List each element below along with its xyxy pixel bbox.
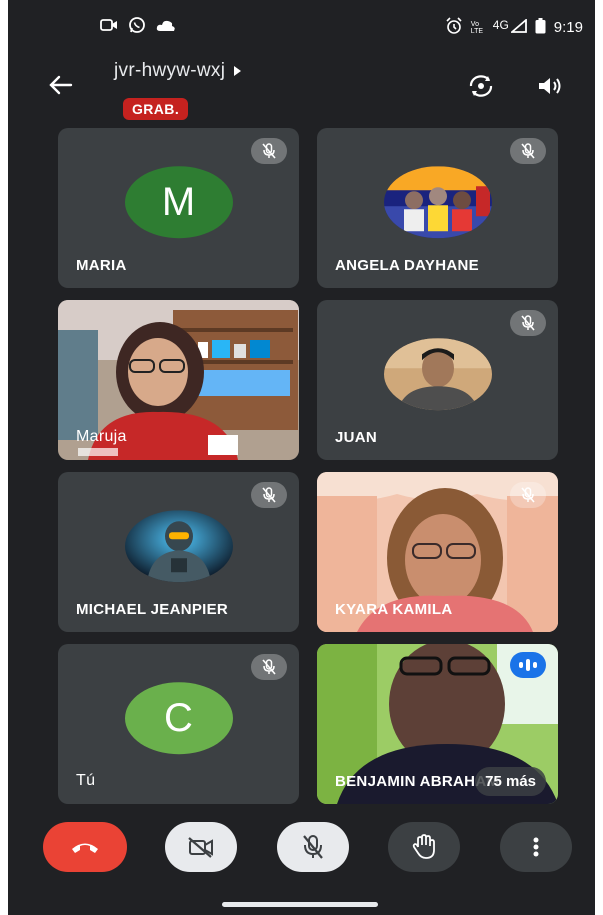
- mic-off-icon: [303, 835, 323, 859]
- chevron-right-icon: [233, 60, 242, 82]
- avatar-photo: [383, 338, 492, 411]
- participant-name: Tú: [76, 772, 96, 789]
- avatar-photo: [383, 166, 492, 239]
- participant-name: JUAN: [335, 429, 378, 446]
- meet-call-screen: Vo LTE 4G 9:19 jvr-hwyw-wxj GRAB. M MARI…: [8, 0, 595, 915]
- participant-name: KYARA KAMILA: [335, 601, 453, 618]
- mic-off-icon: [251, 654, 287, 680]
- mic-off-icon: [510, 482, 546, 508]
- speaking-indicator-icon: [510, 652, 546, 678]
- switch-camera-button[interactable]: [465, 70, 497, 102]
- more-options-icon: [533, 837, 539, 857]
- raise-hand-button[interactable]: [388, 822, 460, 872]
- home-indicator[interactable]: [222, 902, 378, 907]
- more-participants-button[interactable]: 75 más: [475, 767, 546, 796]
- participant-name: ANGELA DAYHANE: [335, 257, 479, 274]
- camera-toggle-button[interactable]: [165, 822, 237, 872]
- signal-icon: [509, 18, 527, 36]
- network-type: 4G: [492, 17, 509, 32]
- mic-off-icon: [251, 482, 287, 508]
- battery-icon: [535, 18, 546, 37]
- participant-tile-self[interactable]: C Tú: [58, 644, 299, 804]
- switch-camera-icon: [469, 75, 493, 97]
- back-button[interactable]: [44, 68, 78, 102]
- participant-name: MARIA: [76, 257, 127, 274]
- hang-up-button[interactable]: [43, 822, 127, 872]
- cloud-icon: [156, 19, 176, 37]
- participant-tile[interactable]: KYARA KAMILA: [317, 472, 558, 632]
- speaker-icon: [539, 78, 561, 94]
- participant-tile[interactable]: BENJAMIN ABRAHAM 75 más: [317, 644, 558, 804]
- clock: 9:19: [553, 19, 583, 36]
- recording-badge: GRAB.: [123, 98, 189, 120]
- participant-name: Maruja: [76, 428, 127, 445]
- avatar: C: [124, 682, 233, 755]
- camera-off-icon: [188, 837, 213, 858]
- raise-hand-icon: [412, 834, 435, 859]
- hang-up-icon: [72, 843, 98, 853]
- back-arrow-icon: [49, 75, 73, 95]
- mic-off-icon: [510, 310, 546, 336]
- meeting-info[interactable]: jvr-hwyw-wxj: [114, 60, 242, 82]
- mic-off-icon: [510, 138, 546, 164]
- avatar: M: [124, 166, 233, 239]
- video-call-icon: [100, 18, 118, 37]
- participant-tile[interactable]: M MARIA: [58, 128, 299, 288]
- status-bar: Vo LTE 4G 9:19: [8, 0, 595, 52]
- avatar-photo: [124, 510, 233, 583]
- mic-off-icon: [251, 138, 287, 164]
- more-options-button[interactable]: [500, 822, 572, 872]
- whatsapp-icon: [128, 16, 146, 39]
- audio-output-button[interactable]: [534, 70, 566, 102]
- meeting-code: jvr-hwyw-wxj: [114, 60, 226, 81]
- participant-tile[interactable]: Maruja: [58, 300, 299, 460]
- participant-tile[interactable]: MICHAEL JEANPIER: [58, 472, 299, 632]
- participant-tile[interactable]: ANGELA DAYHANE: [317, 128, 558, 288]
- mic-toggle-button[interactable]: [277, 822, 349, 872]
- volte-icon: Vo LTE: [470, 20, 484, 35]
- participant-tile[interactable]: JUAN: [317, 300, 558, 460]
- alarm-icon: [445, 17, 463, 38]
- participant-name: MICHAEL JEANPIER: [76, 601, 229, 618]
